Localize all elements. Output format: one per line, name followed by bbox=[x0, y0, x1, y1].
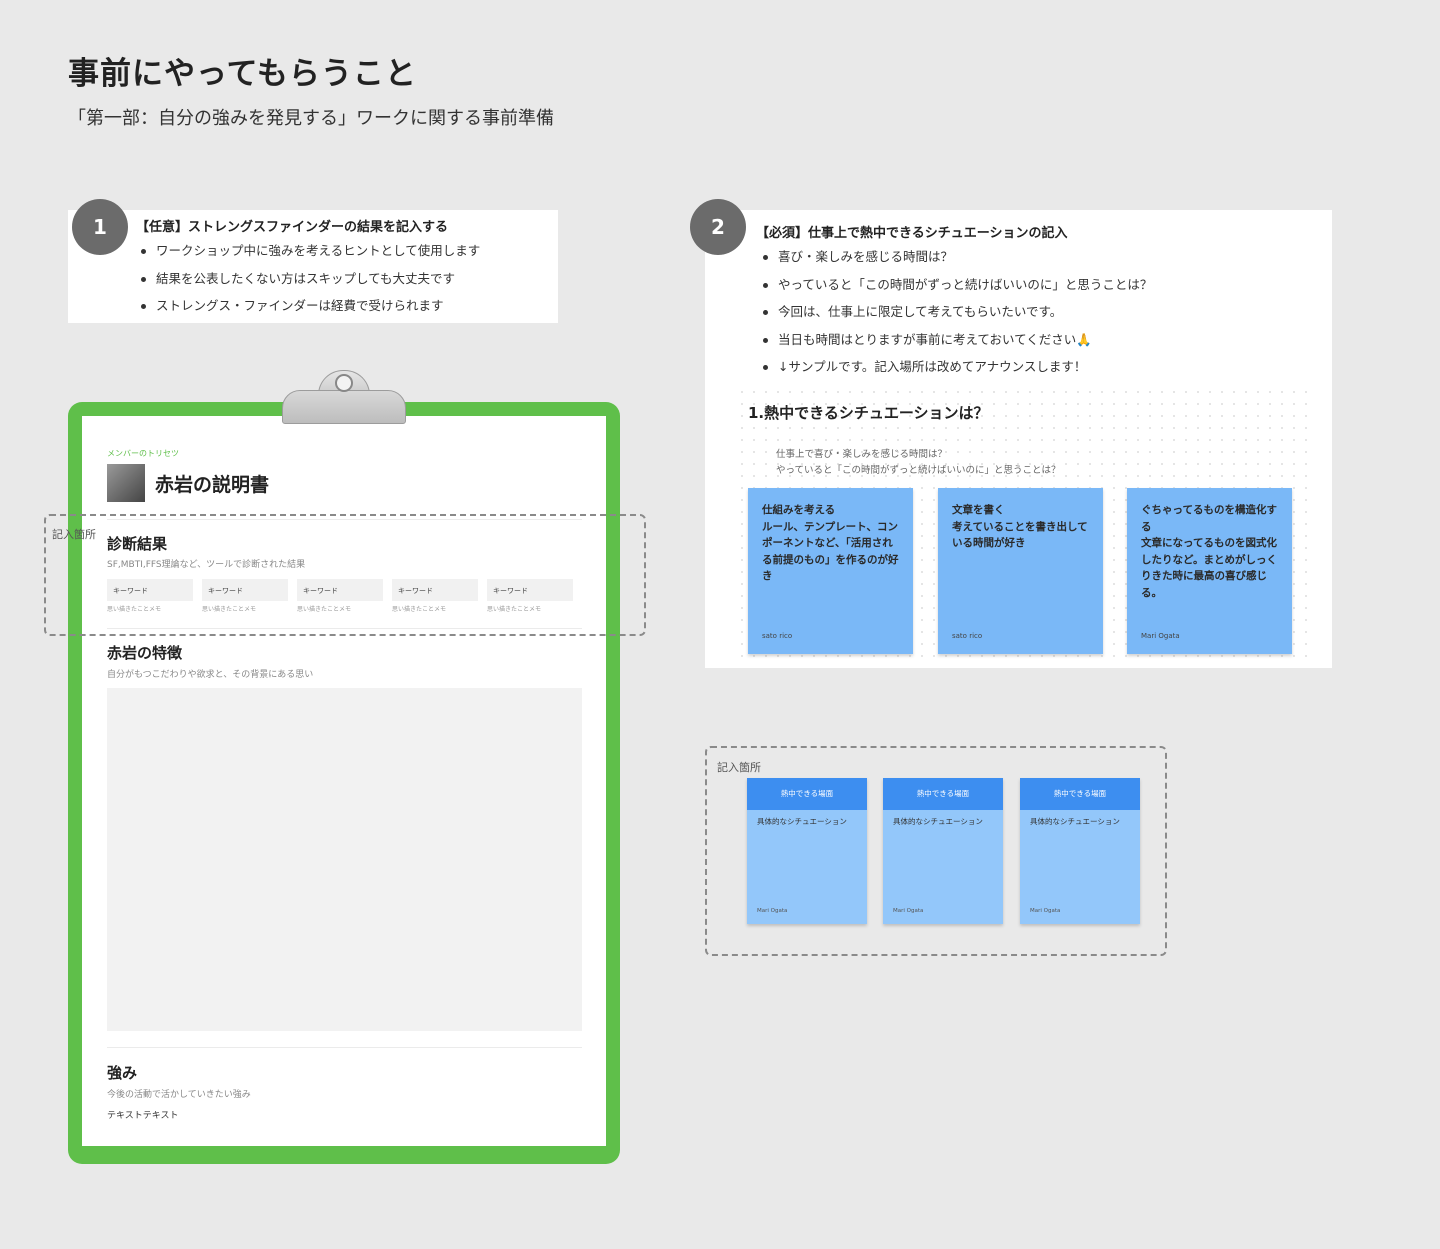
strengths-title: 強み bbox=[107, 1064, 138, 1082]
page-subtitle: 「第一部：自分の強みを発見する」ワークに関する事前準備 bbox=[68, 108, 554, 129]
template-header: 熱中できる場面 bbox=[883, 778, 1003, 810]
template-body: 具体的なシチュエーション bbox=[757, 817, 847, 826]
entry-area-label: 記入箇所 bbox=[717, 761, 761, 774]
step2-bullet: ↓サンプルです。記入場所は改めてアナウンスします！ bbox=[762, 353, 1152, 381]
template-header: 熱中できる場面 bbox=[747, 778, 867, 810]
entry-area-label: 記入箇所 bbox=[52, 528, 96, 541]
strengths-text[interactable]: テキストテキスト bbox=[107, 1108, 178, 1121]
step2-bullet: やっていると「この時間がずっと続けばいいのに」と思うことは？ bbox=[762, 271, 1152, 299]
sticky-text: 仕組みを考える ルール、テンプレート、コンポーネントなど、「活用される前提のもの… bbox=[762, 504, 899, 582]
step1-bullet: 結果を公表したくない方はスキップしても大丈夫です bbox=[140, 265, 480, 293]
divider bbox=[107, 1047, 582, 1048]
clipboard-clip-base bbox=[282, 390, 406, 424]
clipboard-clip-hole bbox=[335, 374, 353, 392]
step2-title: 【必須】仕事上で熱中できるシチュエーションの記入 bbox=[756, 226, 1068, 241]
sample-hint: 仕事上で喜び・楽しみを感じる時間は？ bbox=[776, 449, 948, 460]
template-card[interactable]: 熱中できる場面 具体的なシチュエーション Mari Ogata bbox=[1020, 778, 1140, 924]
sticky-text: 文章を書く 考えていることを書き出している時間が好き bbox=[952, 504, 1088, 549]
sample-heading: 1.熱中できるシチュエーションは？ bbox=[748, 404, 989, 422]
template-card[interactable]: 熱中できる場面 具体的なシチュエーション Mari Ogata bbox=[747, 778, 867, 924]
strengths-subtitle: 今後の活動で活かしていきたい強み bbox=[107, 1090, 251, 1100]
step1-bullet: ワークショップ中に強みを考えるヒントとして使用します bbox=[140, 237, 480, 265]
step1-bullet: ストレングス・ファインダーは経費で受けられます bbox=[140, 292, 480, 320]
document-title[interactable]: 赤岩の説明書 bbox=[155, 470, 269, 497]
template-author: Mari Ogata bbox=[893, 908, 924, 914]
step1-bullets: ワークショップ中に強みを考えるヒントとして使用します 結果を公表したくない方はス… bbox=[134, 237, 480, 320]
template-author: Mari Ogata bbox=[757, 908, 788, 914]
step1-title: 【任意】ストレングスファインダーの結果を記入する bbox=[136, 220, 449, 235]
sticky-author: sato rico bbox=[762, 632, 793, 640]
sticky-author: sato rico bbox=[952, 632, 983, 640]
sticky-note[interactable]: ぐちゃってるものを構造化する 文章になってるものを図式化したりなど。まとめがしっ… bbox=[1127, 488, 1292, 654]
step2-bullets: 喜び・楽しみを感じる時間は？ やっていると「この時間がずっと続けばいいのに」と思… bbox=[756, 243, 1152, 381]
step2-number-badge: 2 bbox=[690, 199, 746, 255]
template-author: Mari Ogata bbox=[1030, 908, 1061, 914]
meta-label: メンバーのトリセツ bbox=[107, 449, 179, 458]
sample-hint: やっていると「この時間がずっと続けばいいのに」と思うことは？ bbox=[776, 465, 1061, 476]
step2-bullet: 今回は、仕事上に限定して考えてもらいたいです。 bbox=[762, 298, 1152, 326]
step2-bullet: 喜び・楽しみを感じる時間は？ bbox=[762, 243, 1152, 271]
features-subtitle: 自分がもつこだわりや欲求と、その背景にある思い bbox=[107, 670, 314, 680]
entry-area-diagnosis bbox=[44, 514, 646, 636]
step2-bullet: 当日も時間はとりますが事前に考えておいてください🙏 bbox=[762, 326, 1152, 354]
page-title: 事前にやってもらうこと bbox=[68, 56, 417, 92]
features-text-area[interactable] bbox=[107, 688, 582, 1031]
sticky-note[interactable]: 文章を書く 考えていることを書き出している時間が好き sato rico bbox=[938, 488, 1103, 654]
step1-number-badge: 1 bbox=[72, 199, 128, 255]
sticky-author: Mari Ogata bbox=[1141, 632, 1180, 640]
template-body: 具体的なシチュエーション bbox=[1030, 817, 1120, 826]
sticky-note[interactable]: 仕組みを考える ルール、テンプレート、コンポーネントなど、「活用される前提のもの… bbox=[748, 488, 913, 654]
avatar bbox=[107, 464, 145, 502]
template-card[interactable]: 熱中できる場面 具体的なシチュエーション Mari Ogata bbox=[883, 778, 1003, 924]
sticky-text: ぐちゃってるものを構造化する 文章になってるものを図式化したりなど。まとめがしっ… bbox=[1141, 504, 1277, 599]
template-header: 熱中できる場面 bbox=[1020, 778, 1140, 810]
features-title: 赤岩の特徴 bbox=[107, 644, 183, 662]
template-body: 具体的なシチュエーション bbox=[893, 817, 983, 826]
